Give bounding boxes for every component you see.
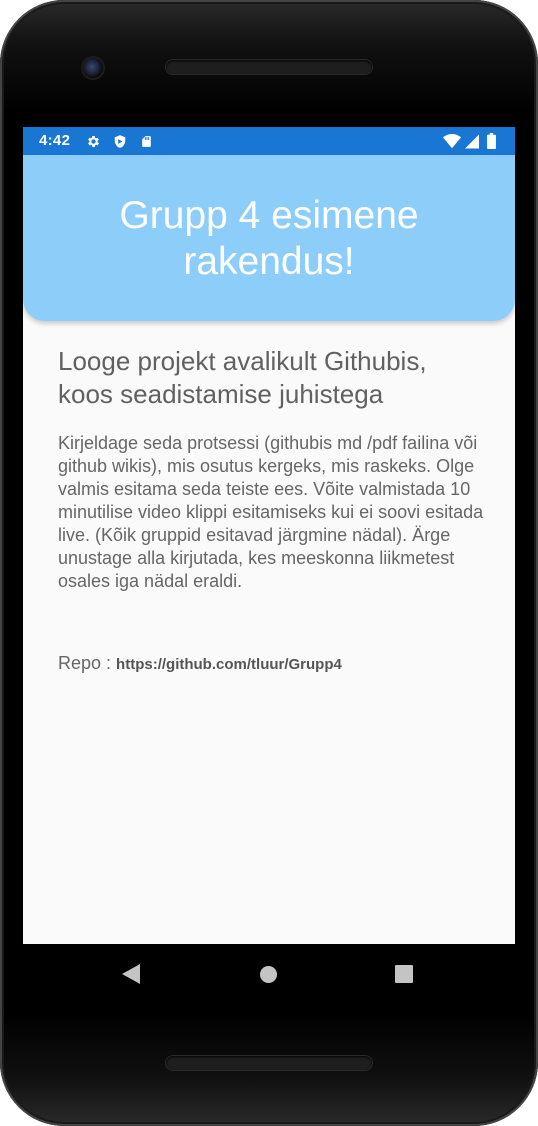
repo-link[interactable]: https://github.com/tluur/Grupp4 [116,656,342,673]
recents-button[interactable] [389,961,419,991]
recents-icon [395,965,413,987]
app-header: Grupp 4 esimene rakendus! [23,155,515,321]
front-camera [83,58,103,78]
bottom-speaker [166,1056,372,1070]
home-icon [259,965,278,988]
status-time: 4:42 [39,132,71,149]
app-content: Grupp 4 esimene rakendus! Looge projekt … [23,155,515,944]
top-speaker [166,60,372,74]
wifi-icon [443,133,461,149]
header-title: Grupp 4 esimene rakendus! [119,194,419,283]
description-text: Kirjeldage seda protsessi (githubis md /… [58,433,484,591]
shield-icon [112,133,128,149]
signal-icon [464,133,480,149]
back-button[interactable] [116,961,146,991]
status-bar: 4:42 [23,127,515,155]
repo-label: Repo : [58,653,117,673]
device-screen: 4:42 Grupp 4 esimene rakendus! Looge pro… [23,127,515,1005]
page-subtitle: Looge projekt avalikult Githubis, koos s… [58,346,427,409]
gear-icon [85,133,101,149]
battery-icon [485,133,497,149]
back-icon [122,964,140,988]
home-button[interactable] [253,961,283,991]
phone-frame: 4:42 Grupp 4 esimene rakendus! Looge pro… [0,0,538,1126]
sd-card-icon [138,133,154,149]
navigation-bar [23,944,515,1005]
repo-line: Repo : https://github.com/tluur/Grupp4 [58,653,488,674]
